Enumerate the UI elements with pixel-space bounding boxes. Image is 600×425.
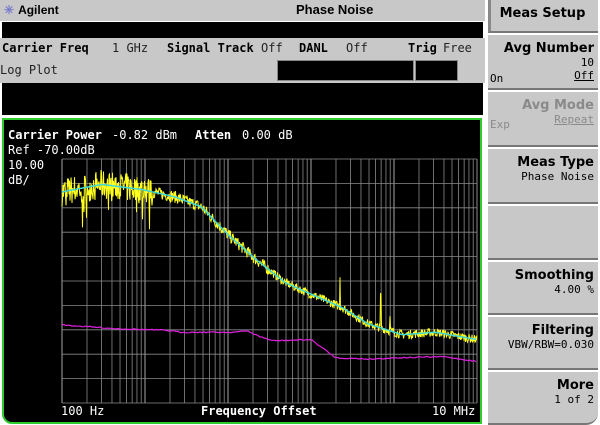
plot-panel: Carrier Power -0.82 dBm Atten 0.00 dB Re…: [2, 118, 482, 424]
menu-title-text: Meas Setup: [499, 6, 586, 21]
agilent-spark-icon: ✳: [4, 3, 15, 17]
view-label: Log Plot: [0, 63, 58, 77]
blank-softkey[interactable]: [488, 206, 598, 260]
phase-noise-chart: [61, 158, 478, 404]
avg-number-label: Avg Number: [503, 41, 594, 56]
danl-label: DANL: [299, 41, 328, 55]
meas-type-value: Phase Noise: [521, 170, 594, 183]
avg-on-option: On: [490, 72, 504, 85]
settings-panel: Carrier Freq 1 GHz Signal Track Off DANL…: [0, 38, 485, 83]
danl-value: Off: [346, 41, 368, 55]
brand-name: Agilent: [18, 3, 59, 17]
avg-mode-exp: Exp: [490, 118, 510, 131]
status-box-small: [415, 60, 458, 81]
trig-label: Trig: [408, 41, 437, 55]
title-bar: ✳ Agilent Phase Noise: [0, 0, 485, 21]
more-value: 1 of 2: [554, 393, 594, 406]
avg-number-value: 10: [580, 56, 594, 69]
trig-value: Free: [443, 41, 472, 55]
more-label: More: [556, 378, 594, 393]
smoothing-softkey[interactable]: Smoothing 4.00 %: [488, 262, 598, 315]
meas-type-softkey[interactable]: Meas Type Phase Noise: [488, 149, 598, 204]
carrier-freq-value: 1 GHz: [112, 41, 149, 55]
carrier-freq-label: Carrier Freq: [2, 41, 89, 55]
more-softkey[interactable]: More 1 of 2: [488, 372, 598, 425]
filtering-label: Filtering: [531, 323, 594, 338]
status-box: [277, 60, 414, 81]
smoothing-value: 4.00 %: [554, 283, 594, 296]
annotation-bar: [2, 83, 483, 115]
menu-title: Meas Setup: [488, 0, 598, 33]
meas-type-label: Meas Type: [517, 155, 594, 170]
mode-title: Phase Noise: [296, 2, 374, 17]
filtering-softkey[interactable]: Filtering VBW/RBW=0.030: [488, 317, 598, 370]
avg-number-softkey[interactable]: Avg Number 10 On Off: [488, 35, 598, 90]
smoothing-label: Smoothing: [514, 268, 594, 283]
softkey-panel: Meas Setup Avg Number 10 On Off Avg Mode…: [486, 0, 600, 425]
message-bar: [2, 22, 483, 38]
avg-mode-label: Avg Mode: [522, 98, 594, 113]
avg-mode-softkey[interactable]: Avg Mode Exp Repeat: [488, 92, 598, 147]
signal-track-value: Off: [261, 41, 283, 55]
signal-track-label: Signal Track: [167, 41, 254, 55]
filtering-value: VBW/RBW=0.030: [507, 338, 594, 351]
brand-logo: ✳ Agilent: [4, 3, 59, 17]
avg-off-option: Off: [574, 69, 594, 82]
